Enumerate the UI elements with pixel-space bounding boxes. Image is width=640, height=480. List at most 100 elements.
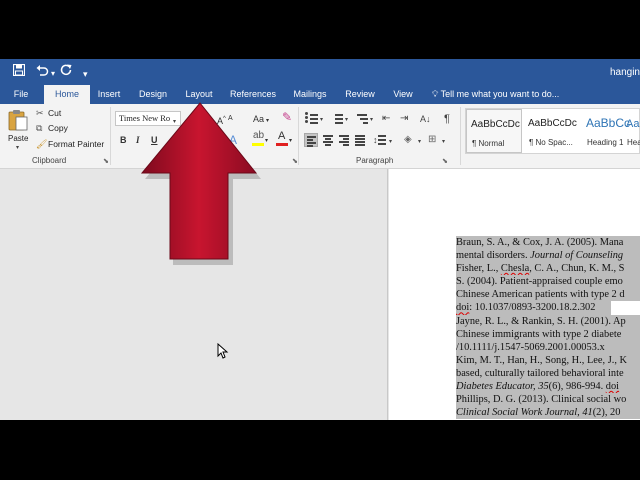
undo-dropdown-icon[interactable]: ▾ <box>51 65 55 83</box>
tab-review[interactable]: Review <box>340 85 380 104</box>
style-no-spacing[interactable]: AaBbCcDc ¶ No Spac... <box>524 109 580 153</box>
line-spacing-button[interactable]: ↕ <box>373 133 387 147</box>
show-formatting-icon[interactable]: ¶ <box>444 112 450 126</box>
paste-button[interactable]: Paste ▾ <box>4 107 32 151</box>
tab-view[interactable]: View <box>387 85 419 104</box>
format-painter-label: Format Painter <box>48 139 105 149</box>
borders-icon[interactable]: ⊞ <box>428 133 436 147</box>
style-sample: AaBbCcDc <box>471 119 520 130</box>
chevron-down-icon[interactable]: ▾ <box>418 135 421 149</box>
style-name: ¶ Normal <box>472 139 505 148</box>
customize-qat-icon[interactable]: ▾ <box>83 65 88 83</box>
reference-line: Diabetes Educator, 35(6), 986-994. doi <box>456 380 640 394</box>
copy-label: Copy <box>48 123 68 133</box>
style-name: Heading 1 <box>587 138 624 147</box>
reference-line: Kim, M. T., Han, H., Song, H., Lee, J., … <box>456 353 640 367</box>
reference-line: mental disorders. Journal of Counseling <box>456 249 640 263</box>
style-name: Hea <box>627 138 640 147</box>
chevron-down-icon[interactable]: ▾ <box>370 113 373 127</box>
bold-button[interactable]: B <box>120 133 127 147</box>
style-normal[interactable]: AaBbCcDc ¶ Normal <box>466 109 522 153</box>
reference-line: Chinese American patients with type 2 d <box>456 288 640 302</box>
group-divider <box>460 107 461 165</box>
tab-home[interactable]: Home <box>44 85 90 104</box>
reference-line: Jayne, R. L., & Rankin, S. H. (2001). Ap <box>456 314 640 328</box>
align-right-button[interactable] <box>337 133 351 147</box>
paragraph-group-label: Paragraph <box>356 156 394 165</box>
group-divider <box>298 107 299 165</box>
chevron-down-icon[interactable]: ▾ <box>345 113 348 127</box>
redo-icon[interactable] <box>60 63 72 81</box>
reference-line: Phillips, D. G. (2013). Clinical social … <box>456 393 640 407</box>
chevron-down-icon[interactable]: ▾ <box>289 134 292 148</box>
up-arrow-overlay <box>140 102 261 265</box>
chevron-down-icon[interactable]: ▾ <box>389 135 392 149</box>
ribbon-home: Paste ▾ ✂ Cut ⧉ Copy 🖌︎Format Painter Clip… <box>0 104 640 169</box>
letterbox-bottom <box>0 420 640 480</box>
tab-file[interactable]: File <box>8 85 34 104</box>
align-left-button[interactable] <box>304 133 318 147</box>
paste-label: Paste <box>8 134 29 143</box>
increase-indent-icon[interactable]: ⇥ <box>400 112 408 126</box>
chevron-down-icon[interactable]: ▾ <box>320 113 323 127</box>
reference-line: /10.1111/j.1547-5069.2001.00053.x <box>456 340 640 354</box>
reference-line: doi: 10.1037/0893-3200.18.2.302 <box>456 301 611 315</box>
reference-line: Braun, S. A., & Cox, J. A. (2005). Mana <box>456 236 640 250</box>
numbering-button[interactable] <box>329 111 343 125</box>
reference-line: Chinese immigrants with type 2 diabete <box>456 327 640 341</box>
align-center-button[interactable] <box>321 133 335 147</box>
style-name: ¶ No Spac... <box>529 138 573 147</box>
sort-icon[interactable]: A↓ <box>420 112 431 126</box>
chevron-down-icon[interactable]: ▾ <box>266 114 269 128</box>
document-page[interactable]: Braun, S. A., & Cox, J. A. (2005). Mana … <box>389 169 640 420</box>
window-title: hangin <box>609 67 640 78</box>
bullets-button[interactable] <box>304 111 318 125</box>
group-divider <box>110 107 111 165</box>
mouse-cursor-icon <box>217 343 229 359</box>
multilevel-list-button[interactable] <box>354 111 368 125</box>
tab-insert[interactable]: Insert <box>92 85 126 104</box>
reference-line: Clinical Social Work Journal, 41(2), 20 <box>456 406 640 420</box>
clipboard-group-label: Clipboard <box>32 156 67 165</box>
word-window: ▾ ▾ hangin File Home Insert Design Layou… <box>0 59 640 420</box>
undo-icon[interactable] <box>36 63 49 81</box>
scissors-icon: ✂ <box>36 108 44 118</box>
paintbrush-icon: 🖌︎ <box>36 139 48 149</box>
decrease-indent-icon[interactable]: ⇤ <box>382 112 390 126</box>
cut-label: Cut <box>48 108 62 118</box>
style-heading-2[interactable]: AaB Hea <box>622 109 640 153</box>
reference-list[interactable]: Braun, S. A., & Cox, J. A. (2005). Mana … <box>456 236 640 420</box>
save-icon[interactable] <box>12 63 26 81</box>
page-edge <box>387 169 388 420</box>
chevron-down-icon[interactable]: ▾ <box>265 134 268 148</box>
justify-button[interactable] <box>353 133 367 147</box>
tell-me-box[interactable]: 💡︎ Tell me what you want to do... <box>432 85 559 104</box>
copy-button[interactable]: ⧉ Copy <box>36 121 68 136</box>
dialog-launcher-icon[interactable]: ⬊ <box>442 157 448 165</box>
tab-mailings[interactable]: Mailings <box>287 85 333 104</box>
dialog-launcher-icon[interactable]: ⬊ <box>103 157 109 165</box>
font-color-button[interactable]: A <box>276 130 288 147</box>
copy-icon: ⧉ <box>36 123 43 133</box>
styles-gallery: AaBbCcDc ¶ Normal AaBbCcDc ¶ No Spac... … <box>465 108 640 154</box>
shading-icon[interactable]: ◈ <box>404 133 412 147</box>
tell-me-placeholder: Tell me what you want to do... <box>440 89 560 99</box>
cut-button[interactable]: ✂ Cut <box>36 106 61 121</box>
format-painter-button[interactable]: 🖌︎Format Painter <box>36 137 104 152</box>
chevron-down-icon[interactable]: ▾ <box>442 135 445 149</box>
ribbon-tabs: File Home Insert Design Layout Reference… <box>0 85 640 104</box>
lightbulb-icon: 💡︎ <box>432 89 439 99</box>
dialog-launcher-icon[interactable]: ⬊ <box>292 157 298 165</box>
chevron-down-icon[interactable]: ▾ <box>16 144 19 151</box>
reference-line: based, culturally tailored behavioral in… <box>456 366 640 381</box>
clipboard-icon <box>8 110 28 131</box>
style-sample: AaB <box>626 118 640 130</box>
reference-line: Fisher, L., Chesla, C. A., Chun, K. M., … <box>456 262 640 276</box>
clear-formatting-icon[interactable]: ✎ <box>282 110 292 124</box>
style-sample: AaBbCcDc <box>528 118 577 129</box>
font-color-glyph: A <box>278 130 286 142</box>
letterbox-top <box>0 0 640 59</box>
font-color-swatch <box>276 143 288 146</box>
title-bar: ▾ ▾ hangin <box>0 59 640 85</box>
reference-line: S. (2004). Patient-appraised couple emo <box>456 275 640 289</box>
